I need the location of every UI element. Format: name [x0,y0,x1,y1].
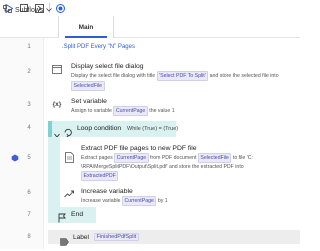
action-description: Display the select file dialog with titl… [71,71,296,91]
flag-icon [58,210,66,228]
record-icon[interactable] [55,3,65,13]
desc-text: the value 1 [147,108,175,114]
line-number: 8 [27,234,31,240]
action-title: End [71,211,84,218]
breakpoint-icon[interactable] [11,154,19,162]
subflows-icon [3,5,12,15]
variable-chip[interactable]: CurrentPage [114,153,149,163]
action-extract-pdf-pages[interactable]: Extract PDF file pages to new PDF file E… [62,143,300,183]
desc-text: Increase variable [81,198,122,204]
pdf-file-icon [64,151,74,163]
subflows-dropdown[interactable]: Subflows [3,5,53,15]
line-number: 5 [27,155,31,161]
variable-chip[interactable]: SelectedFile [197,153,232,163]
line-number: 6 [27,190,31,196]
action-increase-variable[interactable]: Increase variable Increase variable Curr… [62,186,300,206]
desc-text: and store the selected file into [208,73,279,79]
chevron-down-icon [46,7,53,14]
title-value-chip: 'Select PDF To Split' [156,71,209,81]
action-title: Set variable [71,98,107,105]
desc-text: from PDF document [148,155,198,161]
action-title: Increase variable [81,188,133,195]
action-description: Increase variable CurrentPage by 1 [81,196,296,206]
action-title: Display select file dialog [71,63,144,70]
subflows-label: Subflows [15,6,44,14]
action-title: Label [73,233,89,241]
loop-body-indent [48,137,60,211]
loop-icon [63,124,74,142]
variable-icon: {x} [52,100,62,108]
action-display-select-file-dialog[interactable]: Display select file dialog Display the s… [48,60,300,91]
variable-chip[interactable]: ExtractedPDF [81,171,119,181]
line-number: 1 [27,44,31,50]
desc-text: Display the select file dialog with titl… [71,73,157,79]
variable-chip[interactable]: CurrentPage [121,196,157,206]
action-end[interactable]: End [48,207,96,223]
line-number: 4 [27,125,31,131]
action-loop-condition[interactable]: Loop condition While (True) = (True) [48,121,179,138]
trend-up-icon [64,189,74,199]
action-title: Loop condition [77,125,122,132]
tab-bar [0,16,300,38]
action-description: Extract pages CurrentPage from PDF docum… [81,153,296,181]
line-number: 3 [27,102,31,108]
line-number: 7 [27,212,31,218]
label-tag-icon [60,233,69,251]
line-number: 2 [27,69,31,75]
loop-condition-text: While (True) = (True) [127,125,179,132]
action-title: Extract PDF file pages to new PDF file [81,145,197,152]
desc-text: \RPA\MergeSplitPDF\Output\Split.pdf' and… [81,164,244,170]
variable-chip[interactable]: SelectedFile [71,81,105,91]
desc-text: by 1 [156,198,168,204]
tab-main[interactable]: Main [58,16,114,38]
variable-chip[interactable]: CurrentPage [113,106,148,116]
action-label[interactable]: Label FinishedPdfSplit [48,230,300,246]
tab-main-label: Main [78,23,94,31]
dialog-window-icon [52,64,62,74]
desc-text: to file 'C: [231,155,253,161]
comment-line[interactable]: .Split PDF Every "N" Pages [62,44,135,50]
action-description: Assign to variable CurrentPage the value… [71,106,296,116]
label-name-chip[interactable]: FinishedPdfSplit [94,233,139,241]
action-set-variable[interactable]: {x} Set variable Assign to variable Curr… [48,96,300,116]
desc-text: Extract pages [81,155,115,161]
desc-text: Assign to variable [71,108,114,114]
